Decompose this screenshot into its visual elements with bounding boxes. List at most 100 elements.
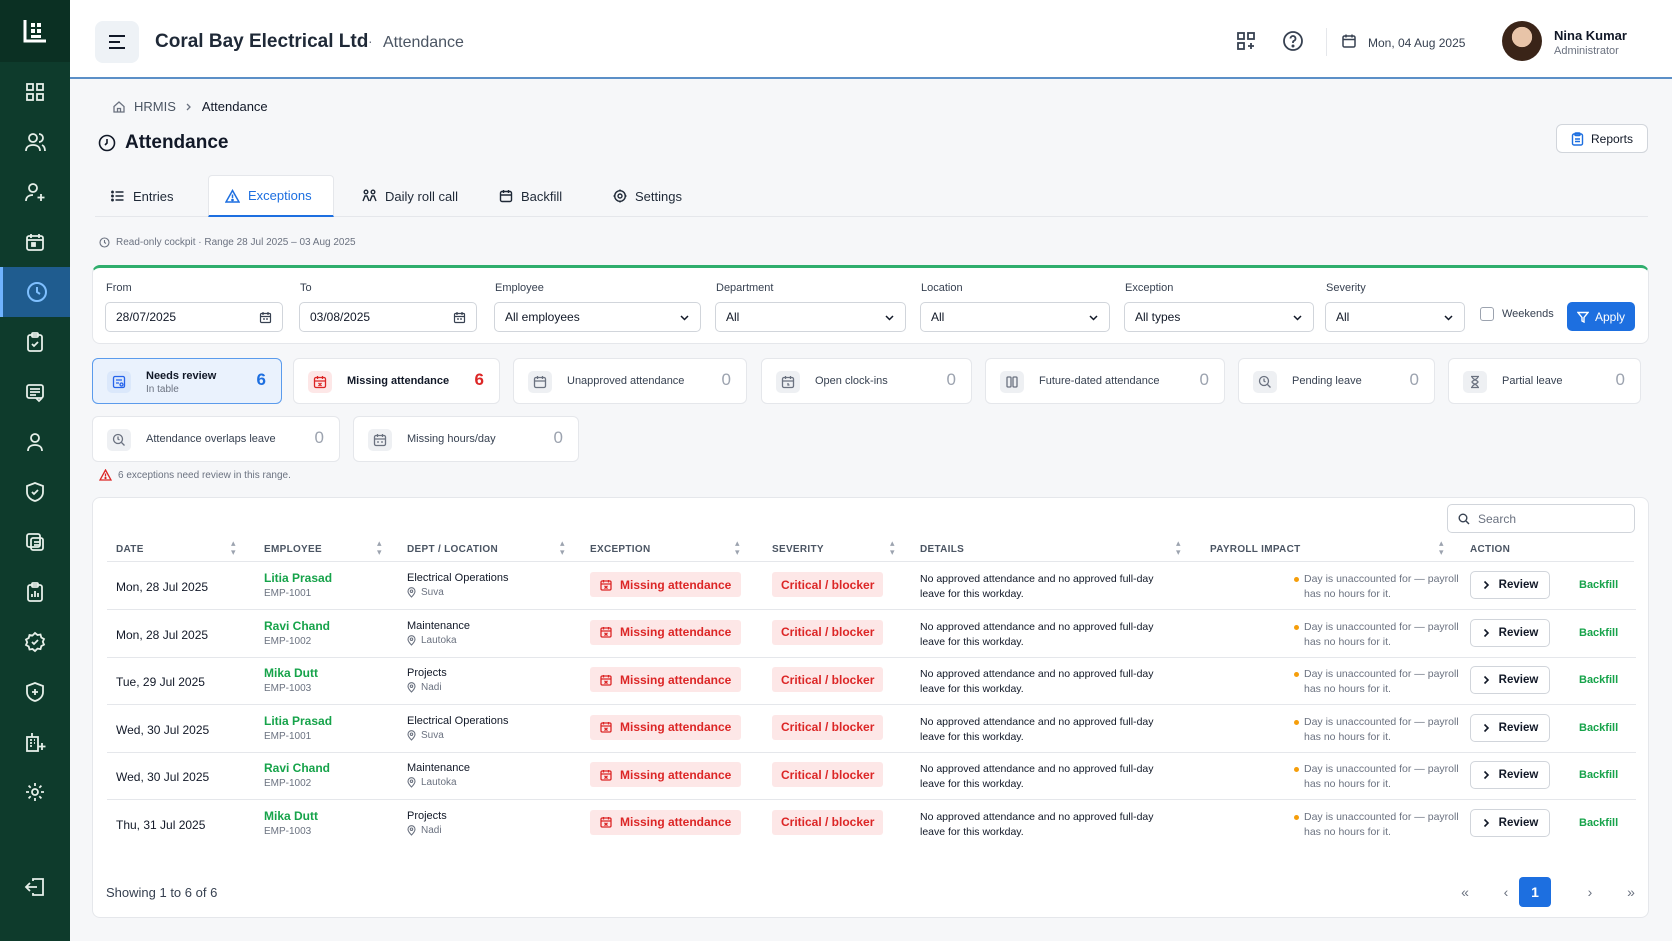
column-header-employee[interactable]: EMPLOYEE — [264, 539, 322, 559]
review-label: Review — [1498, 579, 1539, 591]
employee-name-link[interactable]: Ravi Chand — [264, 619, 330, 633]
review-button[interactable]: Review — [1470, 713, 1550, 742]
sidebar-item-tasks[interactable] — [0, 317, 70, 367]
employee-name-link[interactable]: Litia Prasad — [264, 714, 332, 728]
building-plus-icon — [26, 733, 46, 752]
column-header-severity[interactable]: SEVERITY — [772, 539, 824, 559]
exception-select[interactable]: All types — [1124, 302, 1314, 332]
review-button[interactable]: Review — [1470, 571, 1550, 599]
backfill-link[interactable]: Backfill — [1579, 579, 1618, 591]
card-pending-leave[interactable]: Pending leave 0 — [1238, 358, 1435, 404]
sidebar-item-payroll[interactable] — [0, 367, 70, 417]
from-date-input[interactable]: 28/07/2025 — [105, 302, 283, 332]
avatar[interactable] — [1502, 21, 1542, 61]
backfill-link[interactable]: Backfill — [1579, 769, 1618, 781]
card-needs-review[interactable]: Needs review In table 6 — [92, 358, 282, 404]
app-logo[interactable] — [0, 0, 70, 62]
breadcrumb-root[interactable]: HRMIS — [134, 99, 176, 114]
employee-name-link[interactable]: Ravi Chand — [264, 761, 330, 775]
search-input[interactable]: Search — [1447, 504, 1635, 533]
last-page-button[interactable]: » — [1615, 877, 1647, 907]
sidebar-item-documents[interactable] — [0, 517, 70, 567]
backfill-link[interactable]: Backfill — [1579, 722, 1618, 734]
cell-date: Mon, 28 Jul 2025 — [116, 627, 209, 642]
sidebar-item-benefits[interactable] — [0, 667, 70, 717]
sidebar-item-profile[interactable] — [0, 417, 70, 467]
employee-select[interactable]: All employees — [494, 302, 701, 332]
backfill-link[interactable]: Backfill — [1579, 627, 1618, 639]
backfill-link[interactable]: Backfill — [1579, 674, 1618, 686]
card-unapproved-attendance[interactable]: Unapproved attendance 0 — [513, 358, 747, 404]
sidebar-item-calendar[interactable] — [0, 217, 70, 267]
help-button[interactable] — [1282, 30, 1304, 52]
cell-payroll-impact: Day is unaccounted for — payroll has no … — [1304, 810, 1459, 838]
weekends-checkbox[interactable] — [1480, 307, 1494, 321]
sidebar-item-security[interactable] — [0, 467, 70, 517]
user-role: Administrator — [1554, 45, 1619, 57]
location-select[interactable]: All — [920, 302, 1110, 332]
card-partial-leave[interactable]: Partial leave 0 — [1448, 358, 1641, 404]
sort-icon[interactable]: ▴ ▾ — [560, 539, 565, 557]
column-header-date[interactable]: DATE — [116, 539, 144, 559]
card-label: Pending leave — [1292, 375, 1362, 387]
employee-id: EMP-1002 — [264, 635, 312, 647]
review-button[interactable]: Review — [1470, 666, 1550, 694]
tab-settings[interactable]: Settings — [597, 175, 698, 217]
sidebar-item-logout[interactable] — [0, 862, 70, 912]
employee-name-link[interactable]: Litia Prasad — [264, 571, 332, 585]
column-header-payroll-impact[interactable]: PAYROLL IMPACT — [1210, 539, 1301, 559]
card-missing-attendance[interactable]: Missing attendance 6 — [293, 358, 500, 404]
page-1-button[interactable]: 1 — [1519, 877, 1551, 907]
next-page-button[interactable]: › — [1574, 877, 1606, 907]
review-button[interactable]: Review — [1470, 808, 1550, 837]
sidebar-item-settings[interactable] — [0, 767, 70, 817]
card-attendance-overlaps-leave[interactable]: Attendance overlaps leave 0 — [92, 416, 340, 462]
card-missing-hours-day[interactable]: Missing hours/day 0 — [353, 416, 579, 462]
sidebar-item-reports[interactable] — [0, 567, 70, 617]
reports-button[interactable]: Reports — [1556, 124, 1648, 153]
clock-icon — [98, 134, 116, 152]
apps-button[interactable] — [1235, 30, 1257, 52]
sidebar-item-dashboard[interactable] — [0, 67, 70, 117]
calendar-icon — [368, 429, 392, 451]
column-header-dept-location[interactable]: DEPT / LOCATION — [407, 539, 498, 559]
sidebar-item-add-user[interactable] — [0, 167, 70, 217]
tab-backfill[interactable]: Backfill — [483, 175, 578, 217]
first-page-button[interactable]: « — [1449, 877, 1481, 907]
card-future-dated-attendance[interactable]: Future-dated attendance 0 — [985, 358, 1225, 404]
apply-button[interactable]: Apply — [1567, 302, 1635, 331]
employee-name-link[interactable]: Mika Dutt — [264, 666, 318, 680]
review-button[interactable]: Review — [1470, 618, 1550, 647]
sort-icon[interactable]: ▴ ▾ — [231, 539, 236, 557]
employee-name-link[interactable]: Mika Dutt — [264, 809, 318, 823]
sort-icon[interactable]: ▴ ▾ — [735, 539, 740, 557]
sidebar-item-approvals[interactable] — [0, 617, 70, 667]
card-open-clock-ins[interactable]: Open clock-ins 0 — [761, 358, 972, 404]
cell-department: Electrical Operations — [407, 572, 509, 584]
cell-details: No approved attendance and no approved f… — [920, 668, 1154, 695]
prev-page-button[interactable]: ‹ — [1490, 877, 1522, 907]
department-select[interactable]: All — [715, 302, 906, 332]
backfill-link[interactable]: Backfill — [1579, 817, 1618, 829]
sidebar-item-people[interactable] — [0, 117, 70, 167]
sort-icon[interactable]: ▴ ▾ — [1176, 539, 1181, 557]
range-note-text: Read-only cockpit · Range 28 Jul 2025 – … — [116, 237, 356, 248]
column-header-details[interactable]: DETAILS — [920, 539, 964, 559]
tab-entries[interactable]: Entries — [95, 175, 189, 217]
to-date-input[interactable]: 03/08/2025 — [299, 302, 477, 332]
tab-exceptions[interactable]: Exceptions — [208, 175, 334, 217]
menu-toggle-button[interactable] — [95, 21, 139, 63]
sidebar-item-integrations[interactable] — [0, 717, 70, 767]
apply-label: Apply — [1594, 309, 1626, 324]
column-header-exception[interactable]: EXCEPTION — [590, 539, 651, 559]
review-button[interactable]: Review — [1470, 761, 1550, 789]
sort-icon[interactable]: ▴ ▾ — [1439, 539, 1444, 557]
sidebar-item-attendance[interactable] — [0, 267, 70, 317]
user-name[interactable]: Nina Kumar — [1554, 28, 1627, 43]
cell-date: Thu, 31 Jul 2025 — [116, 817, 206, 832]
tab-daily-roll-call[interactable]: Daily roll call — [346, 175, 474, 217]
weekends-toggle[interactable]: Weekends — [1480, 307, 1554, 321]
severity-select[interactable]: All — [1325, 302, 1465, 332]
sort-icon[interactable]: ▴ ▾ — [890, 539, 895, 557]
sort-icon[interactable]: ▴ ▾ — [377, 539, 382, 557]
